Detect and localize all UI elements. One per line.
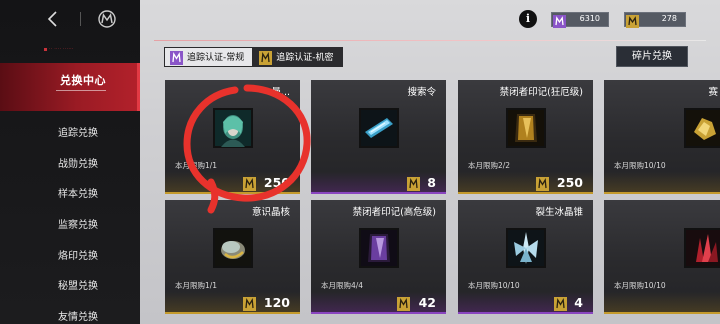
exchange-tabs: 追踪认证-常规 追踪认证-机密 bbox=[164, 47, 343, 67]
ice-crystal-icon bbox=[505, 228, 546, 268]
purple-trace-cert-icon bbox=[553, 13, 566, 28]
item-name: 禁闭者印记(高危级) bbox=[352, 207, 436, 218]
top-bar: i 6310 278 bbox=[140, 0, 720, 38]
tab-label: 追踪认证-常规 bbox=[187, 53, 245, 63]
gold-trace-cert-icon bbox=[243, 296, 256, 311]
tab-label: 追踪认证-机密 bbox=[276, 53, 334, 63]
purchase-limit: 本月限购10/10 bbox=[614, 161, 666, 170]
shop-item-card[interactable]: 裂生冰晶锥 本月限购10/10 4 bbox=[458, 200, 593, 314]
item-price: 250 bbox=[556, 175, 583, 190]
shop-item-card[interactable]: 意识晶核 本月限购1/1 120 bbox=[165, 200, 300, 314]
shop-item-card[interactable]: 搜索令 8 bbox=[311, 80, 446, 194]
gold-trace-cert-icon bbox=[397, 296, 410, 311]
sidebar-caption: ·· ···· ······ bbox=[44, 46, 74, 51]
item-name: 赛 bbox=[708, 87, 718, 98]
gold-trace-cert-icon bbox=[554, 296, 567, 311]
item-name: 意识晶核 bbox=[251, 207, 290, 218]
purchase-limit: 本月限购4/4 bbox=[321, 281, 364, 290]
item-price: 4 bbox=[574, 295, 583, 310]
purchase-limit: 本月限购10/10 bbox=[468, 281, 520, 290]
item-name: 裂生冰晶锥 bbox=[535, 207, 583, 218]
gold-trace-cert-icon bbox=[243, 176, 256, 191]
item-name: 搜索令 bbox=[407, 87, 436, 98]
currency-value: 278 bbox=[661, 14, 677, 23]
gold-trace-cert-icon bbox=[626, 13, 639, 28]
main-panel: i 6310 278 追踪认证-常规 追踪认证-机密 碎片兑换 曼... 本月限… bbox=[140, 0, 720, 324]
purchase-limit: 本月限购1/1 bbox=[175, 281, 218, 290]
red-crystal-icon bbox=[684, 228, 720, 268]
shop-item-card[interactable]: 禁闭者印记(高危级) 本月限购4/4 42 bbox=[311, 200, 446, 314]
price-bar bbox=[604, 172, 720, 194]
shop-item-card[interactable]: 曼... 本月限购1/1 250 bbox=[165, 80, 300, 194]
crystal-core-icon bbox=[212, 228, 253, 268]
price-bar: 250 bbox=[458, 172, 593, 194]
purple-trace-cert-icon bbox=[170, 51, 183, 65]
character-portrait-icon bbox=[212, 108, 253, 148]
sidebar-item-merit-exchange[interactable]: 战勋兑换 bbox=[58, 155, 98, 170]
price-bar: 42 bbox=[311, 292, 446, 314]
gold-seal-card-icon bbox=[505, 108, 546, 148]
price-bar: 250 bbox=[165, 172, 300, 194]
gold-ore-icon bbox=[684, 108, 720, 148]
shop-item-card[interactable]: 本月限购10/10 bbox=[604, 200, 720, 314]
price-bar: 8 bbox=[311, 172, 446, 194]
sidebar-item-brand-exchange[interactable]: 烙印兑换 bbox=[58, 247, 98, 262]
shop-item-card[interactable]: 赛 本月限购10/10 bbox=[604, 80, 720, 194]
sidebar-item-surveillance-exchange[interactable]: 监察兑换 bbox=[58, 216, 98, 231]
item-price: 8 bbox=[427, 175, 436, 190]
purchase-limit: 本月限购1/1 bbox=[175, 161, 218, 170]
currency-gold[interactable]: 278 bbox=[624, 12, 686, 28]
item-price: 42 bbox=[418, 295, 436, 310]
sidebar-item-covenant-exchange[interactable]: 秘盟兑换 bbox=[58, 277, 98, 292]
sidebar-item-trace-exchange[interactable]: 追踪兑换 bbox=[58, 124, 98, 139]
back-arrow-icon[interactable] bbox=[46, 10, 60, 28]
item-name: 曼... bbox=[271, 87, 290, 98]
info-button[interactable]: i bbox=[519, 10, 537, 28]
price-bar bbox=[604, 292, 720, 314]
currency-value: 6310 bbox=[579, 14, 600, 23]
sidebar-item-label: 兑换中心 bbox=[60, 74, 106, 87]
purchase-limit: 本月限购2/2 bbox=[468, 161, 511, 170]
faction-logo-icon[interactable] bbox=[97, 9, 117, 29]
item-price: 250 bbox=[263, 175, 290, 190]
currency-purple[interactable]: 6310 bbox=[551, 12, 609, 28]
sidebar: ·· ···· ······ 兑换中心 追踪兑换 战勋兑换 样本兑换 监察兑换 … bbox=[0, 0, 165, 324]
item-name: 禁闭者印记(狂厄级) bbox=[499, 87, 583, 98]
top-left-bar bbox=[0, 0, 165, 38]
purchase-limit: 本月限购10/10 bbox=[614, 281, 666, 290]
gold-trace-cert-icon bbox=[407, 176, 420, 191]
sidebar-item-sample-exchange[interactable]: 样本兑换 bbox=[58, 185, 98, 200]
price-bar: 120 bbox=[165, 292, 300, 314]
gold-trace-cert-icon bbox=[259, 51, 273, 65]
purple-seal-card-icon bbox=[358, 228, 399, 268]
gold-trace-cert-icon bbox=[536, 176, 549, 191]
header-divider bbox=[154, 40, 706, 41]
active-underline bbox=[56, 90, 106, 91]
item-price: 120 bbox=[263, 295, 290, 310]
shop-item-card[interactable]: 禁闭者印记(狂厄级) 本月限购2/2 250 bbox=[458, 80, 593, 194]
divider bbox=[80, 12, 81, 26]
sidebar-item-exchange-center[interactable]: 兑换中心 bbox=[0, 63, 140, 111]
tab-trace-regular[interactable]: 追踪认证-常规 bbox=[164, 47, 254, 67]
search-ticket-icon bbox=[358, 108, 399, 148]
sidebar-item-friendship-exchange[interactable]: 友情兑换 bbox=[58, 308, 98, 323]
price-bar: 4 bbox=[458, 292, 593, 314]
fragment-exchange-button[interactable]: 碎片兑换 bbox=[616, 46, 688, 67]
tab-trace-secret[interactable]: 追踪认证-机密 bbox=[253, 47, 343, 67]
